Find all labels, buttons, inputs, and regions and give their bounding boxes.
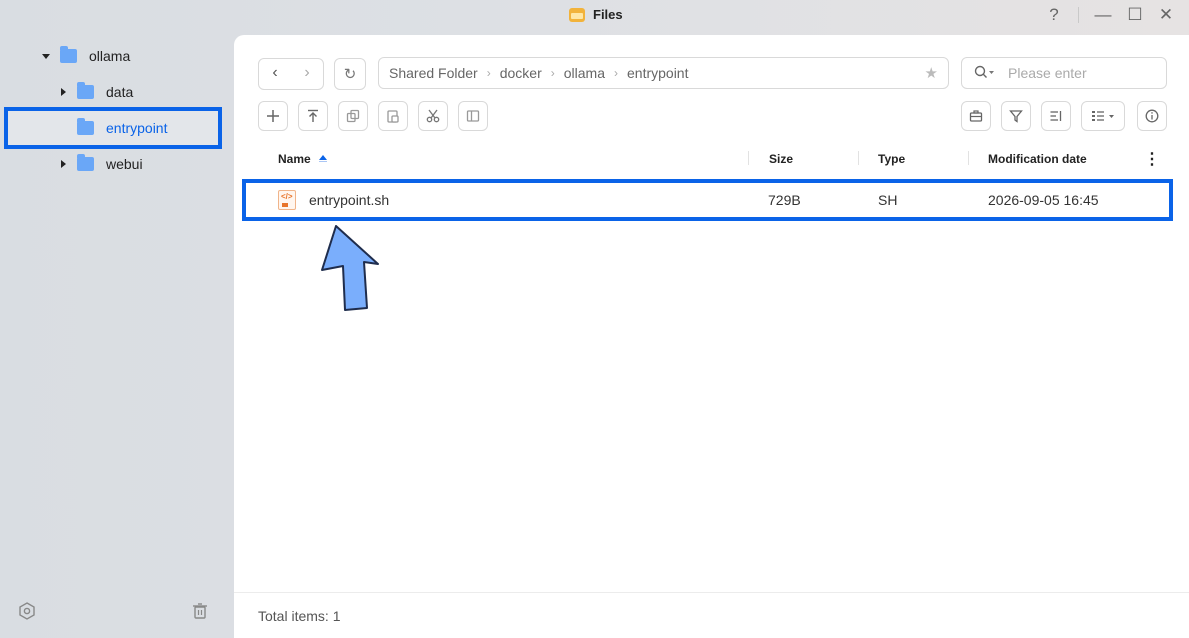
tree-item-ollama[interactable]: ollama	[42, 38, 130, 74]
filter-button[interactable]	[1001, 101, 1031, 131]
copy-button[interactable]	[338, 101, 368, 131]
tree-item-entrypoint[interactable]: entrypoint	[77, 110, 167, 146]
move-button[interactable]	[458, 101, 488, 131]
refresh-button[interactable]: ↻	[334, 58, 366, 90]
folder-icon	[77, 154, 94, 171]
info-icon	[1145, 109, 1159, 123]
trash-icon[interactable]	[191, 602, 209, 625]
file-type: SH	[878, 192, 898, 208]
folder-icon	[60, 46, 77, 63]
help-button[interactable]: ?	[1043, 5, 1065, 25]
caret-down-icon[interactable]	[42, 53, 50, 59]
file-modified: 2026-09-05 16:45	[988, 192, 1099, 208]
table-row[interactable]: </> entrypoint.sh 729B SH 2026-09-05 16:…	[242, 179, 1173, 221]
copy-icon	[346, 109, 360, 123]
minimize-button[interactable]: —	[1092, 5, 1114, 25]
caret-right-icon[interactable]	[61, 160, 66, 168]
files-app-icon	[569, 7, 585, 22]
maximize-button[interactable]: ☐	[1124, 5, 1146, 25]
list-view-icon	[1092, 111, 1114, 121]
cut-button[interactable]	[418, 101, 448, 131]
tree-item-webui[interactable]: webui	[61, 146, 143, 182]
chevron-right-icon: ›	[550, 66, 555, 80]
paste-icon	[387, 110, 399, 123]
annotation-arrow-icon	[321, 225, 379, 311]
column-divider[interactable]	[858, 151, 859, 165]
add-button[interactable]	[258, 101, 288, 131]
folder-icon	[77, 118, 94, 135]
breadcrumb-entrypoint[interactable]: entrypoint	[627, 65, 688, 81]
file-name: entrypoint.sh	[309, 192, 390, 208]
info-button[interactable]	[1137, 101, 1167, 131]
paste-button[interactable]	[378, 101, 408, 131]
search-input[interactable]	[1006, 64, 1160, 82]
column-type[interactable]: Type	[878, 152, 905, 166]
settings-icon[interactable]	[18, 602, 36, 625]
close-button[interactable]: ✕	[1155, 5, 1177, 25]
nav-buttons: ‹ ›	[258, 58, 324, 90]
title-divider	[1078, 7, 1079, 23]
upload-button[interactable]	[298, 101, 328, 131]
tree-label: ollama	[89, 48, 131, 64]
plus-icon	[267, 110, 279, 122]
total-items: Total items: 1	[258, 608, 341, 624]
column-size[interactable]: Size	[769, 152, 793, 166]
window-title-text: Files	[593, 7, 623, 22]
breadcrumb-docker[interactable]: docker	[500, 65, 542, 81]
caret-right-icon[interactable]	[61, 88, 66, 96]
search-icon[interactable]	[974, 65, 996, 84]
breadcrumb: Shared Folder › docker › ollama › entryp…	[378, 57, 949, 89]
search-box[interactable]	[961, 57, 1167, 89]
column-divider[interactable]	[748, 151, 749, 165]
table-header: Name Size Type Modification date ⋮	[258, 143, 1168, 175]
move-icon	[466, 110, 480, 122]
shell-file-icon: </>	[278, 190, 296, 210]
star-icon[interactable]: ★	[925, 64, 938, 82]
toolbox-button[interactable]	[961, 101, 991, 131]
status-footer: Total items: 1	[234, 592, 1189, 638]
view-mode-button[interactable]	[1081, 101, 1125, 131]
sort-button[interactable]	[1041, 101, 1071, 131]
tree-item-data[interactable]: data	[61, 74, 133, 110]
file-icon-glyph: </>	[281, 192, 293, 201]
briefcase-icon	[969, 110, 983, 122]
title-bar: Files ? — ☐ ✕	[0, 0, 1189, 30]
sort-ascending-icon	[318, 155, 327, 163]
column-modified[interactable]: Modification date	[988, 152, 1087, 166]
chevron-right-icon: ›	[486, 66, 491, 80]
column-name[interactable]: Name	[278, 152, 327, 166]
more-options-icon[interactable]: ⋮	[1144, 149, 1160, 169]
back-button[interactable]: ‹	[265, 64, 285, 82]
filter-icon	[1009, 110, 1023, 123]
breadcrumb-ollama[interactable]: ollama	[564, 65, 605, 81]
upload-icon	[308, 109, 318, 122]
chevron-right-icon: ›	[614, 66, 618, 80]
tree-label: webui	[106, 156, 143, 172]
forward-button[interactable]: ›	[297, 64, 317, 82]
file-browser-panel: ‹ › ↻ Shared Folder › docker › ollama › …	[234, 35, 1189, 638]
scissors-icon	[426, 109, 440, 123]
column-divider[interactable]	[968, 151, 969, 165]
folder-icon	[77, 82, 94, 99]
file-size: 729B	[768, 192, 801, 208]
sort-icon	[1050, 111, 1062, 121]
tree-label: entrypoint	[106, 120, 168, 136]
breadcrumb-shared-folder[interactable]: Shared Folder	[389, 65, 478, 81]
folder-tree-sidebar: ollama data entrypoint webui	[0, 30, 234, 638]
tree-label: data	[106, 84, 134, 100]
window-title: Files	[569, 7, 623, 22]
column-name-label: Name	[278, 152, 311, 166]
